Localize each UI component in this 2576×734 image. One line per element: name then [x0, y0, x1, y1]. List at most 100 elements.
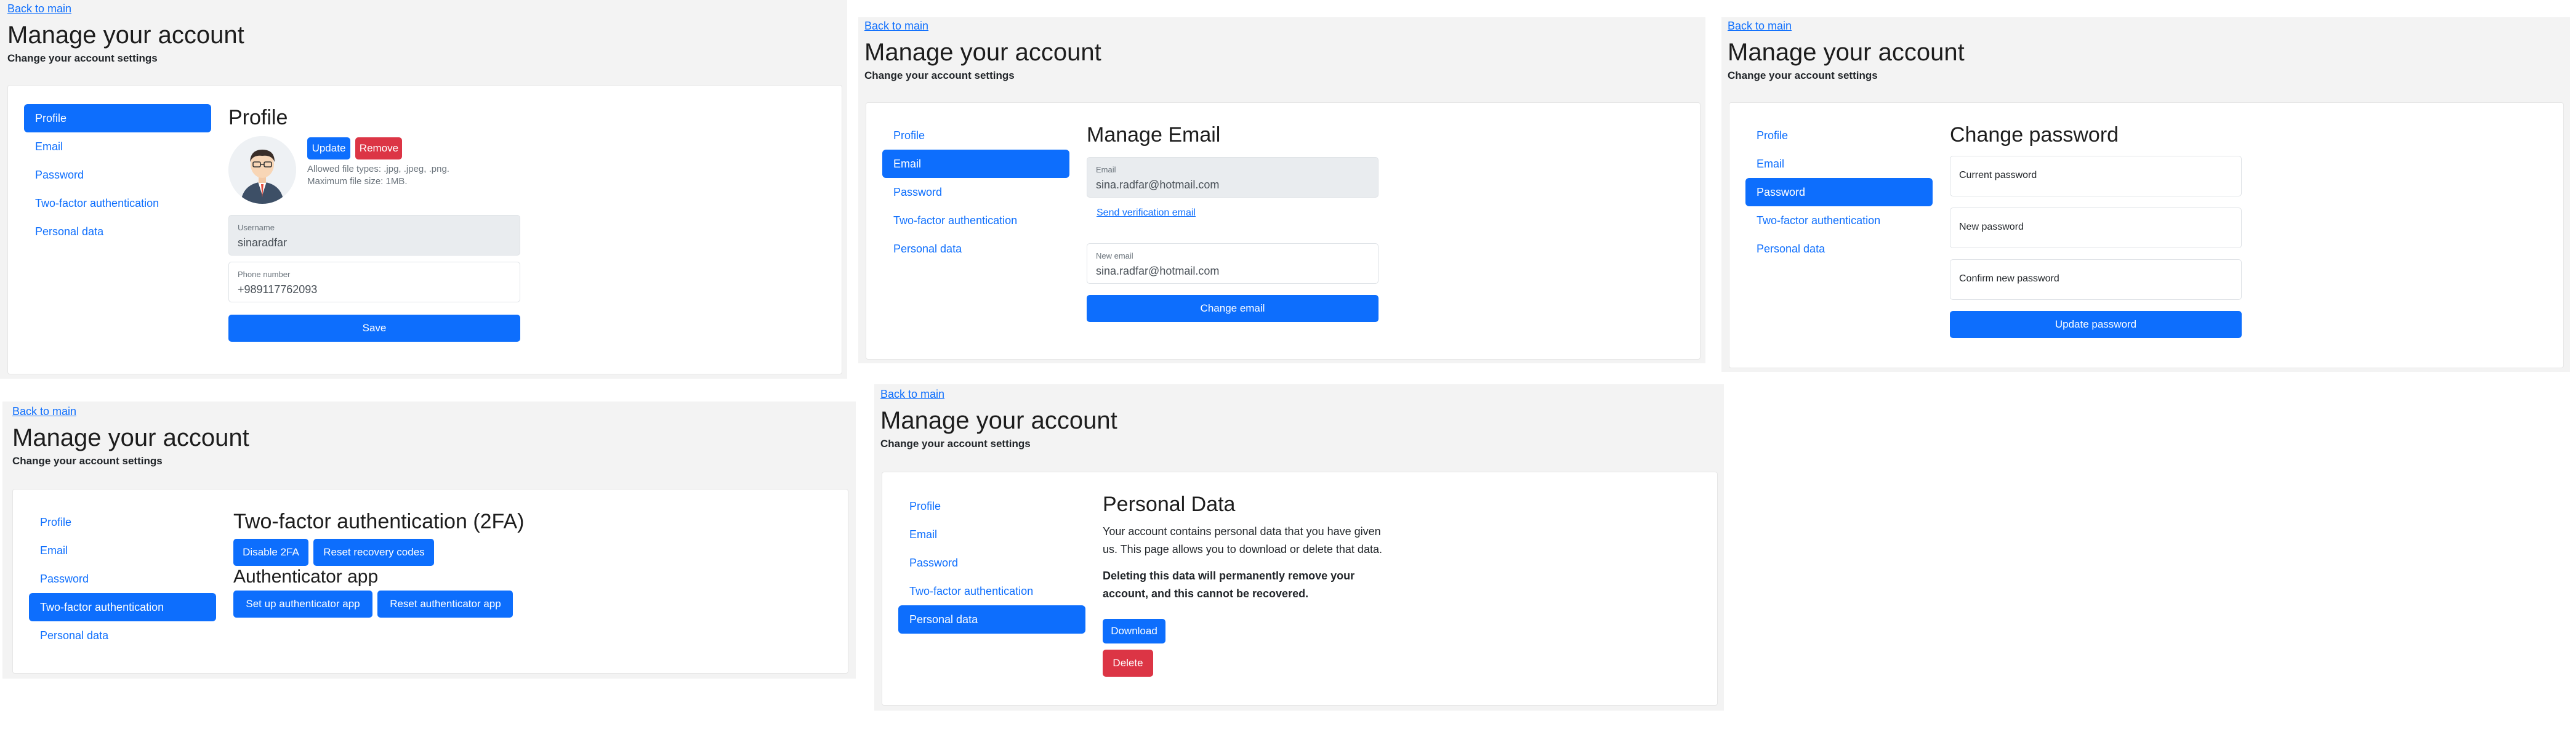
profile-content: Profile Update Remove Allowed file types…	[228, 105, 524, 342]
new-password-field[interactable]: New password	[1950, 208, 2242, 248]
nav-personal-data[interactable]: Personal data	[29, 621, 216, 650]
nav-profile[interactable]: Profile	[24, 104, 211, 132]
settings-nav: Profile Email Password Two-factor authen…	[882, 121, 1069, 263]
avatar-image	[228, 136, 296, 204]
username-field[interactable]: Username sinaradfar	[228, 215, 520, 256]
settings-nav: Profile Email Password Two-factor authen…	[24, 104, 211, 246]
new-email-value: sina.radfar@hotmail.com	[1096, 265, 1220, 277]
current-password-field[interactable]: Current password	[1950, 156, 2242, 196]
remove-avatar-button[interactable]: Remove	[355, 137, 403, 159]
warning-line-1: Deleting this data will permanently remo…	[1103, 570, 1355, 582]
section-heading: Two-factor authentication (2FA)	[233, 510, 525, 533]
setup-authenticator-button[interactable]: Set up authenticator app	[233, 591, 372, 618]
profile-panel: Back to main Manage your account Change …	[0, 0, 847, 379]
section-heading: Profile	[228, 106, 288, 129]
page-subtitle: Change your account settings	[864, 70, 1015, 81]
update-avatar-button[interactable]: Update	[307, 137, 350, 159]
section-heading: Personal Data	[1103, 493, 1236, 516]
nav-two-factor[interactable]: Two-factor authentication	[1745, 206, 1933, 235]
authenticator-app-heading: Authenticator app	[233, 567, 379, 587]
password-content: Change password Current password New pas…	[1950, 123, 2245, 338]
back-to-main-link[interactable]: Back to main	[12, 404, 846, 419]
current-password-placeholder: Current password	[1959, 170, 2037, 180]
nav-password[interactable]: Password	[882, 178, 1069, 206]
nav-profile[interactable]: Profile	[882, 121, 1069, 150]
phone-number-field[interactable]: Phone number +989117762093	[228, 262, 520, 302]
nav-email[interactable]: Email	[898, 520, 1085, 549]
email-panel: Back to main Manage your account Change …	[858, 17, 1705, 363]
email-label: Email	[1096, 165, 1116, 174]
nav-password[interactable]: Password	[29, 565, 216, 593]
file-size-note: Maximum file size: 1MB.	[307, 176, 408, 187]
save-button[interactable]: Save	[228, 315, 520, 342]
personal-data-content: Personal Data Your account contains pers…	[1103, 492, 1423, 677]
confirm-password-field[interactable]: Confirm new password	[1950, 259, 2242, 300]
delete-warning: Deleting this data will permanently remo…	[1103, 567, 1423, 603]
nav-email[interactable]: Email	[882, 150, 1069, 178]
settings-nav: Profile Email Password Two-factor authen…	[898, 492, 1085, 634]
nav-personal-data[interactable]: Personal data	[898, 605, 1085, 634]
nav-two-factor[interactable]: Two-factor authentication	[882, 206, 1069, 235]
email-value: sina.radfar@hotmail.com	[1096, 179, 1220, 191]
reset-recovery-codes-button[interactable]: Reset recovery codes	[313, 539, 435, 566]
nav-profile[interactable]: Profile	[1745, 121, 1933, 150]
back-to-main-link[interactable]: Back to main	[1728, 18, 2564, 33]
settings-card: Profile Email Password Two-factor authen…	[866, 102, 1701, 360]
section-heading: Manage Email	[1087, 123, 1221, 147]
settings-card: Profile Email Password Two-factor authen…	[7, 85, 842, 374]
download-button[interactable]: Download	[1103, 619, 1165, 643]
nav-personal-data[interactable]: Personal data	[24, 217, 211, 246]
page-subtitle: Change your account settings	[12, 455, 163, 467]
password-panel: Back to main Manage your account Change …	[1721, 17, 2570, 372]
nav-password[interactable]: Password	[898, 549, 1085, 577]
page-title: Manage your account	[7, 22, 244, 49]
nav-email[interactable]: Email	[1745, 150, 1933, 178]
settings-card: Profile Email Password Two-factor authen…	[12, 489, 848, 674]
nav-two-factor[interactable]: Two-factor authentication	[898, 577, 1085, 605]
nav-personal-data[interactable]: Personal data	[1745, 235, 1933, 263]
description-line-2: us. This page allows you to download or …	[1103, 543, 1382, 555]
username-value: sinaradfar	[238, 236, 288, 249]
phone-number-value: +989117762093	[238, 283, 318, 296]
confirm-password-placeholder: Confirm new password	[1959, 273, 2059, 284]
nav-personal-data[interactable]: Personal data	[882, 235, 1069, 263]
nav-two-factor[interactable]: Two-factor authentication	[29, 593, 216, 621]
nav-password[interactable]: Password	[1745, 178, 1933, 206]
back-to-main-link[interactable]: Back to main	[880, 387, 1718, 401]
settings-card: Profile Email Password Two-factor authen…	[882, 472, 1718, 706]
settings-nav: Profile Email Password Two-factor authen…	[29, 508, 216, 650]
delete-button[interactable]: Delete	[1103, 650, 1153, 677]
username-label: Username	[238, 223, 275, 232]
page-subtitle: Change your account settings	[880, 438, 1031, 450]
settings-nav: Profile Email Password Two-factor authen…	[1745, 121, 1933, 263]
page-title: Manage your account	[12, 424, 249, 451]
new-email-label: New email	[1096, 251, 1133, 260]
email-content: Manage Email Email sina.radfar@hotmail.c…	[1087, 123, 1382, 322]
back-to-main-link[interactable]: Back to main	[7, 1, 840, 16]
page-title: Manage your account	[880, 407, 1117, 434]
avatar	[228, 136, 296, 204]
page-title: Manage your account	[1728, 39, 1965, 66]
send-verification-link[interactable]: Send verification email	[1097, 208, 1196, 219]
nav-profile[interactable]: Profile	[29, 508, 216, 536]
disable-2fa-button[interactable]: Disable 2FA	[233, 539, 308, 566]
nav-profile[interactable]: Profile	[898, 492, 1085, 520]
current-email-field[interactable]: Email sina.radfar@hotmail.com	[1087, 157, 1379, 198]
section-heading: Change password	[1950, 123, 2119, 147]
update-password-button[interactable]: Update password	[1950, 311, 2242, 338]
reset-authenticator-button[interactable]: Reset authenticator app	[377, 591, 513, 618]
back-to-main-link[interactable]: Back to main	[864, 18, 1699, 33]
page-subtitle: Change your account settings	[7, 52, 158, 64]
nav-two-factor[interactable]: Two-factor authentication	[24, 189, 211, 217]
nav-password[interactable]: Password	[24, 161, 211, 189]
personal-data-panel: Back to main Manage your account Change …	[874, 384, 1724, 711]
new-password-placeholder: New password	[1959, 222, 2024, 232]
phone-number-label: Phone number	[238, 270, 291, 279]
nav-email[interactable]: Email	[29, 536, 216, 565]
two-factor-content: Two-factor authentication (2FA) Disable …	[233, 509, 553, 618]
page-subtitle: Change your account settings	[1728, 70, 1878, 81]
two-factor-panel: Back to main Manage your account Change …	[2, 401, 856, 679]
new-email-field[interactable]: New email sina.radfar@hotmail.com	[1087, 243, 1379, 284]
change-email-button[interactable]: Change email	[1087, 295, 1379, 322]
nav-email[interactable]: Email	[24, 132, 211, 161]
